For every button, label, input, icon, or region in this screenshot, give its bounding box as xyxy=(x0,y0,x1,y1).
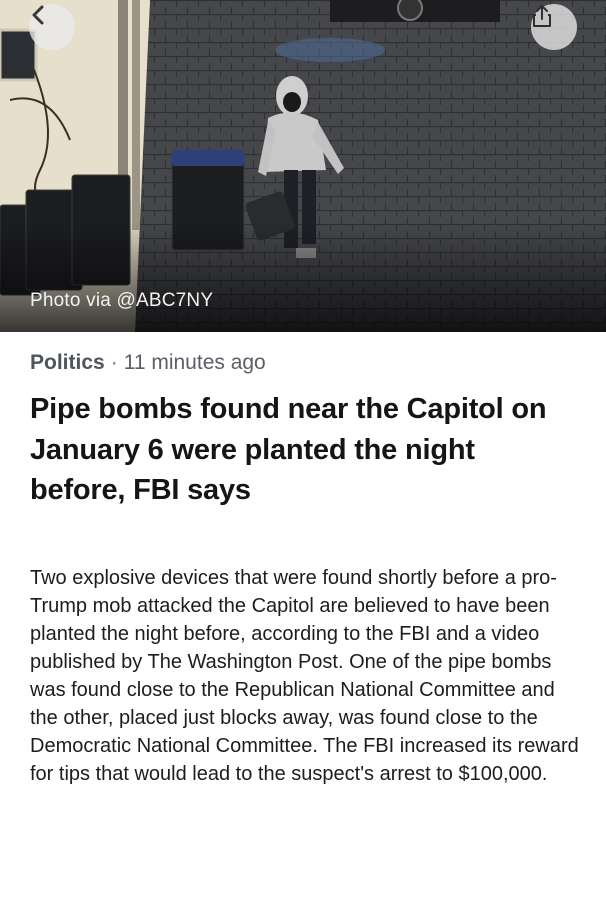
photo-credit: Photo via @ABC7NY xyxy=(30,290,214,311)
hero-photo: Photo via @ABC7NY xyxy=(0,0,606,332)
hero-gradient xyxy=(0,222,606,332)
article-meta: Politics · 11 minutes ago xyxy=(30,351,266,375)
back-button[interactable] xyxy=(29,4,75,50)
meta-separator: · xyxy=(110,351,118,374)
category-link[interactable]: Politics xyxy=(30,351,105,374)
chevron-left-icon xyxy=(32,5,44,25)
share-icon xyxy=(533,5,551,27)
article-timestamp: 11 minutes ago xyxy=(123,351,266,374)
article-headline: Pipe bombs found near the Capitol on Jan… xyxy=(30,393,547,506)
article-summary: Two explosive devices that were found sh… xyxy=(30,567,579,785)
share-button[interactable] xyxy=(531,4,577,50)
